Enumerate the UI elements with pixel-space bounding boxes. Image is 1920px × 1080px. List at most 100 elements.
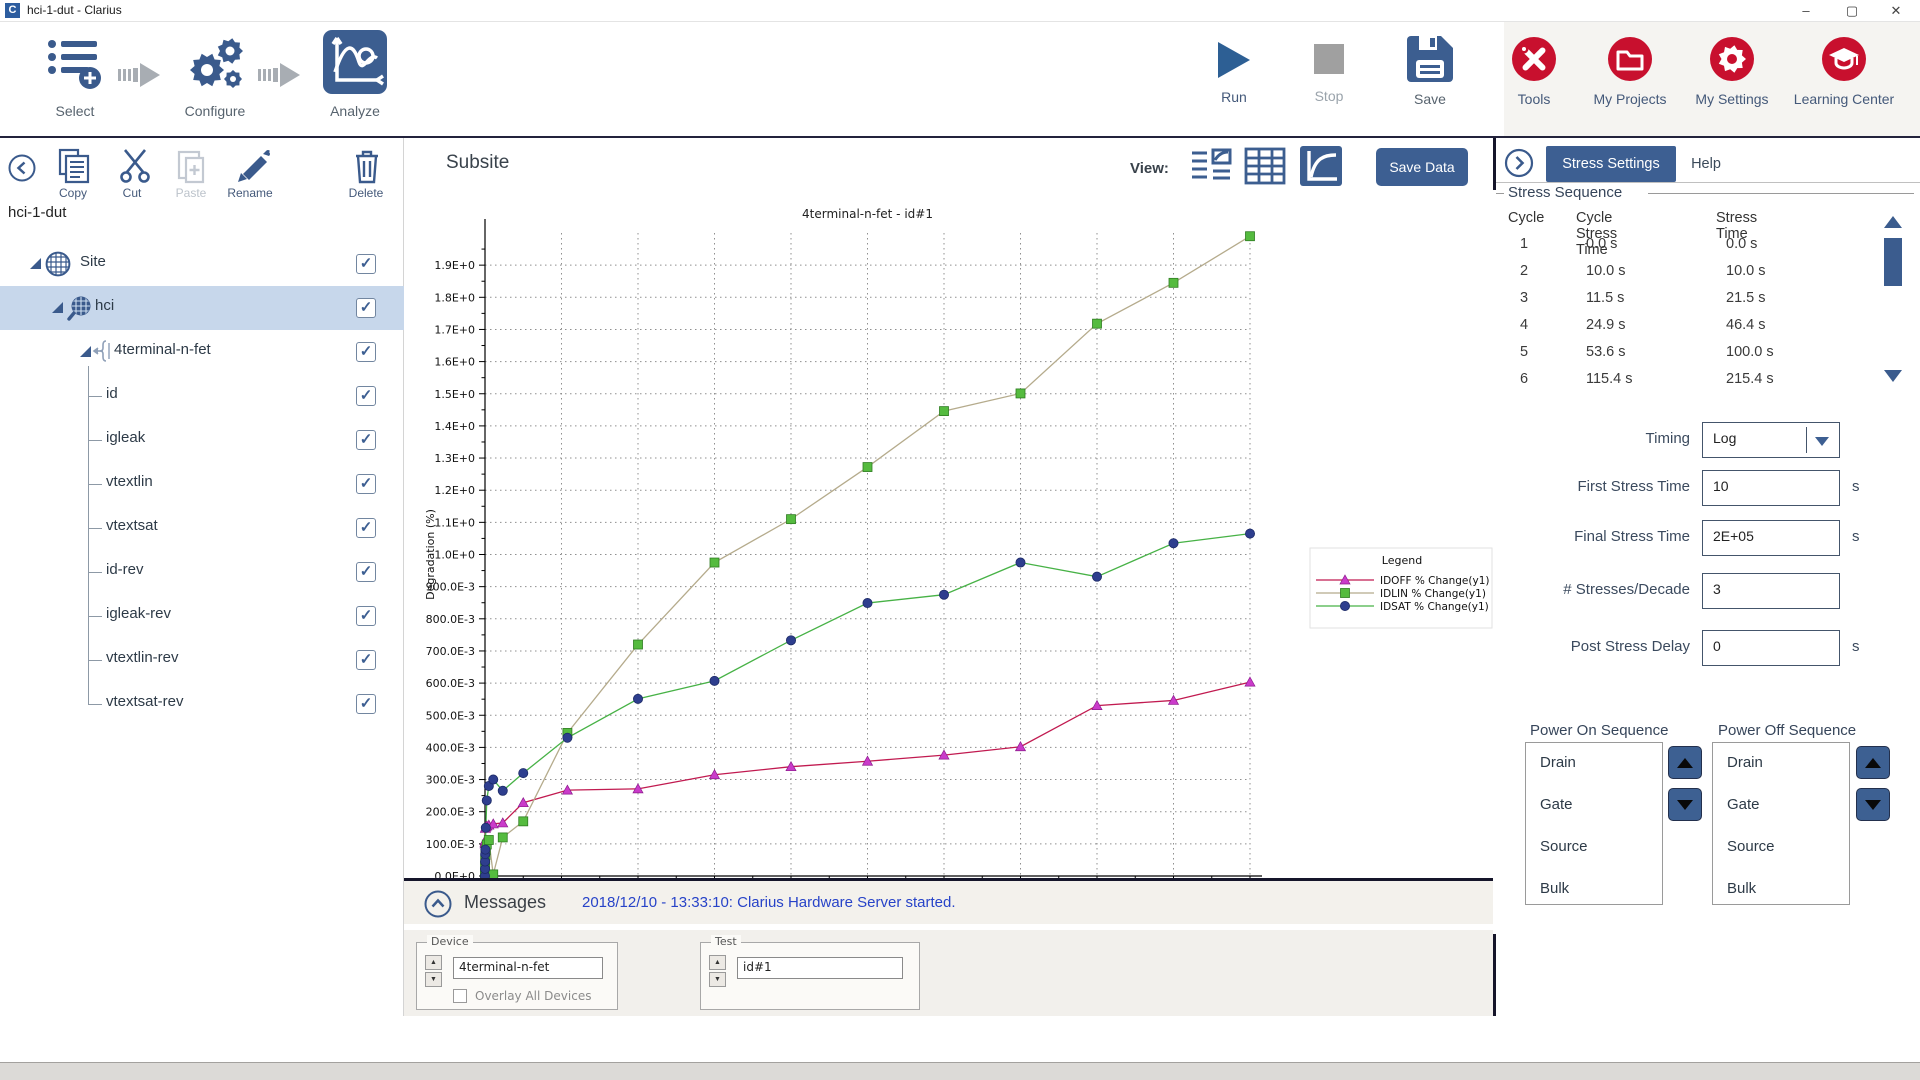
rename-pencil-icon[interactable] <box>236 148 272 189</box>
field-label-0: Timing <box>1645 430 1690 447</box>
maximize-button[interactable]: ▢ <box>1830 0 1874 22</box>
tree-item-igleak-rev[interactable]: igleak-rev ✓ <box>0 594 404 638</box>
minimize-button[interactable]: – <box>1784 0 1828 22</box>
table-row[interactable]: 2 10.0 s 10.0 s <box>1496 263 1876 289</box>
select-step-button[interactable]: Select <box>40 30 110 119</box>
tree-item-checkbox[interactable]: ✓ <box>356 430 376 450</box>
expander-icon[interactable] <box>80 346 91 357</box>
tree-item-igleak[interactable]: igleak ✓ <box>0 418 404 462</box>
field-input-2[interactable]: 2E+05 <box>1702 520 1840 556</box>
svg-text:1.6E+0: 1.6E+0 <box>434 356 475 369</box>
report-view-icon[interactable] <box>1190 146 1232 186</box>
test-spin-down[interactable]: ▼ <box>709 972 726 987</box>
overlay-all-devices-checkbox[interactable] <box>453 989 467 1003</box>
timing-dropdown[interactable]: Log <box>1702 422 1840 458</box>
tree-item-id-rev[interactable]: id-rev ✓ <box>0 550 404 594</box>
chevron-down-icon[interactable] <box>1815 437 1829 446</box>
svg-text:Legend: Legend <box>1382 554 1422 567</box>
tree-item-4terminal-n-fet[interactable]: 4terminal-n-fet ✓ <box>0 330 404 374</box>
tree-item-checkbox[interactable]: ✓ <box>356 606 376 626</box>
table-view-icon[interactable] <box>1244 146 1286 186</box>
table-row[interactable]: 6 115.4 s 215.4 s <box>1496 371 1876 397</box>
tree-item-vtextlin[interactable]: vtextlin ✓ <box>0 462 404 506</box>
table-row[interactable]: 5 53.6 s 100.0 s <box>1496 344 1876 370</box>
table-row[interactable]: 1 0.0 s 0.0 s <box>1496 236 1876 262</box>
save-floppy-icon <box>1407 36 1453 86</box>
list-item-gate[interactable]: Gate <box>1713 785 1849 827</box>
table-row[interactable]: 4 24.9 s 46.4 s <box>1496 317 1876 343</box>
project-name: hci-1-dut <box>8 204 67 221</box>
tree-item-vtextlin-rev[interactable]: vtextlin-rev ✓ <box>0 638 404 682</box>
power-off-down-button[interactable] <box>1856 788 1890 821</box>
learning-center-button[interactable]: Learning Center <box>1786 36 1902 107</box>
power-off-title: Power Off Sequence <box>1718 722 1857 739</box>
scroll-up-icon[interactable] <box>1884 216 1902 228</box>
run-button[interactable]: Run <box>1204 40 1264 105</box>
save-button[interactable]: Save <box>1400 36 1460 107</box>
list-item-drain[interactable]: Drain <box>1526 743 1662 785</box>
device-spin-up[interactable]: ▲ <box>425 955 442 970</box>
scrollbar-thumb[interactable] <box>1884 238 1902 286</box>
my-projects-button[interactable]: My Projects <box>1582 36 1678 107</box>
tab-help[interactable]: Help <box>1676 146 1736 182</box>
field-input-3[interactable]: 3 <box>1702 573 1840 609</box>
list-item-source[interactable]: Source <box>1526 827 1662 869</box>
tree-item-hci[interactable]: hci ✓ <box>0 286 404 330</box>
tree-item-checkbox[interactable]: ✓ <box>356 562 376 582</box>
messages-expand-icon[interactable] <box>424 890 452 923</box>
power-on-list[interactable]: Drain Gate Source Bulk <box>1525 742 1663 905</box>
analyze-step-button[interactable]: Analyze <box>320 30 390 119</box>
table-row[interactable]: 3 11.5 s 21.5 s <box>1496 290 1876 316</box>
list-item-bulk[interactable]: Bulk <box>1713 869 1849 911</box>
list-item-gate[interactable]: Gate <box>1526 785 1662 827</box>
device-spin-down[interactable]: ▼ <box>425 972 442 987</box>
device-field[interactable]: 4terminal-n-fet <box>453 957 603 979</box>
scroll-down-icon[interactable] <box>1884 370 1902 382</box>
cell: 24.9 s <box>1586 317 1626 333</box>
arrow-down-icon <box>1677 800 1693 810</box>
test-spin-up[interactable]: ▲ <box>709 955 726 970</box>
tree-item-checkbox[interactable]: ✓ <box>356 518 376 538</box>
expander-icon[interactable] <box>30 258 41 269</box>
cell: 21.5 s <box>1726 290 1766 306</box>
expander-icon[interactable] <box>52 302 63 313</box>
tab-divider <box>1496 182 1920 183</box>
field-input-1[interactable]: 10 <box>1702 470 1840 506</box>
field-input-4[interactable]: 0 <box>1702 630 1840 666</box>
tree-item-checkbox[interactable]: ✓ <box>356 474 376 494</box>
tab-stress-settings[interactable]: Stress Settings <box>1546 146 1676 182</box>
tree-item-checkbox[interactable]: ✓ <box>356 386 376 406</box>
configure-step-button[interactable]: Configure <box>180 30 250 119</box>
tree-item-vtextsat-rev[interactable]: vtextsat-rev ✓ <box>0 682 404 726</box>
collapse-panel-icon[interactable] <box>8 154 36 187</box>
tree-item-checkbox[interactable]: ✓ <box>356 694 376 714</box>
list-item-source[interactable]: Source <box>1713 827 1849 869</box>
expand-panel-icon[interactable] <box>1504 148 1534 183</box>
power-on-down-button[interactable] <box>1668 788 1702 821</box>
tree-item-checkbox[interactable]: ✓ <box>356 254 376 274</box>
tree-item-checkbox[interactable]: ✓ <box>356 342 376 362</box>
tree-item-id[interactable]: id ✓ <box>0 374 404 418</box>
tree-item-checkbox[interactable]: ✓ <box>356 298 376 318</box>
power-off-list[interactable]: Drain Gate Source Bulk <box>1712 742 1850 905</box>
svg-text:IDOFF % Change(y1): IDOFF % Change(y1) <box>1380 575 1489 587</box>
my-settings-button[interactable]: My Settings <box>1684 36 1780 107</box>
copy-icon[interactable] <box>58 148 90 189</box>
arrow-down-icon <box>1865 800 1881 810</box>
power-off-up-button[interactable] <box>1856 746 1890 779</box>
tree-item-vtextsat[interactable]: vtextsat ✓ <box>0 506 404 550</box>
tools-button[interactable]: Tools <box>1496 36 1572 107</box>
tree-item-checkbox[interactable]: ✓ <box>356 650 376 670</box>
graph-view-icon[interactable] <box>1300 146 1342 186</box>
cut-icon[interactable] <box>118 148 152 189</box>
save-data-button[interactable]: Save Data <box>1376 148 1468 186</box>
svg-text:1.1E+0: 1.1E+0 <box>434 516 475 529</box>
tree-item-Site[interactable]: Site ✓ <box>0 242 404 286</box>
close-button[interactable]: ✕ <box>1874 0 1918 22</box>
list-item-drain[interactable]: Drain <box>1713 743 1849 785</box>
power-on-up-button[interactable] <box>1668 746 1702 779</box>
test-field[interactable]: id#1 <box>737 957 903 979</box>
delete-trash-icon[interactable] <box>352 148 382 189</box>
paste-icon <box>176 148 206 189</box>
list-item-bulk[interactable]: Bulk <box>1526 869 1662 911</box>
